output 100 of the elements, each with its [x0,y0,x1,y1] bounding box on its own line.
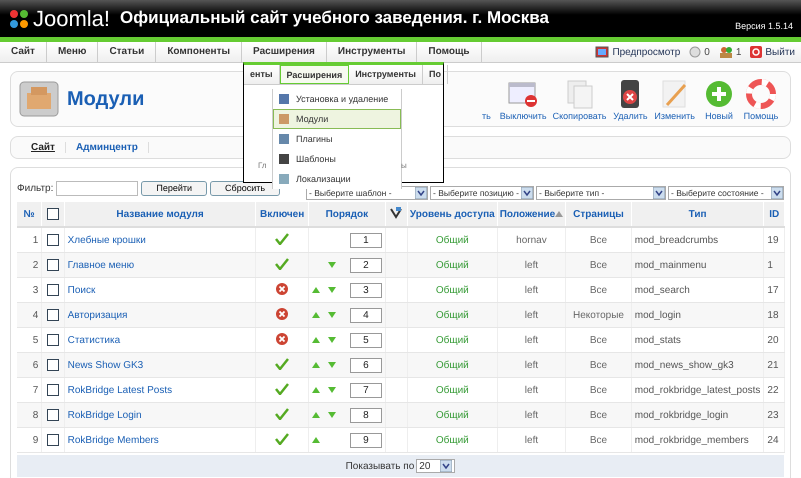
pages-cell: Все [590,234,608,246]
menu-item[interactable]: Статьи [98,42,156,62]
status-link[interactable]: Выйти [750,46,795,58]
menu-item[interactable]: Меню [46,42,98,62]
row-checkbox[interactable] [46,434,59,446]
module-link[interactable]: Хлебные крошки [68,234,146,246]
row-number: 5 [32,334,38,346]
checkmark-icon[interactable] [275,232,290,244]
menu-item[interactable]: Сайт [0,42,47,62]
toolbar-button[interactable]: Изменить [651,77,698,121]
toolbar-button[interactable]: Новый [698,77,740,121]
down-arrow-icon[interactable] [328,412,336,418]
toolbar-button[interactable]: Помощь [740,77,782,121]
module-link[interactable]: RokBridge Login [68,410,142,420]
logo-text: Joomla! [33,6,110,32]
access-level: Общий [436,434,469,446]
dropdown-icon [653,186,665,198]
order-field[interactable]: 3 [350,282,382,298]
pages-cell: Все [590,384,608,396]
status-link[interactable]: Предпросмотр [595,46,680,58]
page-title: Модули [67,88,144,110]
pages-cell: Некоторые [573,310,624,320]
filter-label: Фильтр: [17,182,54,194]
access-level: Общий [436,234,469,246]
row-checkbox[interactable] [46,234,59,246]
select-field[interactable]: - Выберите позицию - [430,186,534,200]
menu-item[interactable]: Компоненты [156,42,242,62]
select-field[interactable]: - Выберите состояние - [668,186,784,200]
access-level: Общий [436,360,469,370]
row-number: 2 [32,260,38,270]
up-arrow-icon[interactable] [312,287,320,293]
popup-menu-tab[interactable]: По [422,65,448,84]
checkmark-icon[interactable] [275,382,290,394]
position-cell: left [524,434,538,446]
checkmark-icon[interactable] [275,358,290,370]
module-link[interactable]: Поиск [68,284,96,296]
position-cell: left [524,334,538,346]
order-field[interactable]: 2 [350,258,382,272]
up-arrow-icon[interactable] [312,387,320,393]
down-arrow-icon[interactable] [328,337,336,343]
row-checkbox[interactable] [46,309,59,321]
filter-field[interactable] [56,180,138,196]
order-field[interactable]: 7 [350,382,382,398]
submenu-link[interactable]: Сайт [21,142,66,153]
order-field[interactable]: 5 [350,332,382,348]
down-arrow-icon[interactable] [328,362,336,368]
toolbar-button[interactable]: Выключить [496,77,550,121]
status-link[interactable]: 0 [689,46,710,58]
filter-button[interactable]: Перейти [141,180,208,196]
row-checkbox[interactable] [46,359,59,371]
module-link[interactable]: News Show GK3 [68,360,144,370]
up-arrow-icon[interactable] [312,437,320,443]
module-link[interactable]: Главное меню [68,260,134,270]
down-arrow-icon[interactable] [328,312,336,318]
page-size-select[interactable]: 20 [416,459,456,473]
cross-icon[interactable] [276,282,288,294]
id-cell: 1 [767,260,773,270]
status-link[interactable]: 1 [718,46,742,58]
row-checkbox[interactable] [46,284,59,296]
cross-icon[interactable] [276,332,288,344]
access-level: Общий [436,334,469,346]
up-arrow-icon[interactable] [312,362,320,368]
module-link[interactable]: Статистика [68,334,120,346]
select-field[interactable]: - Выберите тип - [536,186,666,200]
down-arrow-icon[interactable] [328,262,336,268]
pages-cell: Все [590,410,608,420]
module-link[interactable]: RokBridge Members [68,434,159,446]
select-all-checkbox[interactable] [46,208,59,220]
order-field[interactable]: 1 [350,232,382,248]
up-arrow-icon[interactable] [312,337,320,343]
checkmark-icon[interactable] [275,432,290,444]
order-field[interactable]: 6 [350,358,382,372]
up-arrow-icon[interactable] [312,412,320,418]
down-arrow-icon[interactable] [328,287,336,293]
popup-menu-tab[interactable]: Расширения [280,65,350,84]
checkmark-icon[interactable] [275,408,290,420]
save-order-icon[interactable] [390,206,402,218]
down-arrow-icon[interactable] [328,387,336,393]
toolbar-button[interactable]: ть [482,77,497,121]
row-checkbox[interactable] [46,409,59,421]
checkmark-icon[interactable] [275,258,290,270]
row-checkbox[interactable] [46,384,59,396]
module-link[interactable]: Авторизация [68,310,128,320]
pages-cell: Все [590,284,608,296]
order-field[interactable]: 4 [350,308,382,322]
order-field[interactable]: 8 [350,408,382,422]
submenu-link[interactable]: Админцентр [66,142,149,153]
joomla-logo-icon [8,8,30,30]
row-checkbox[interactable] [46,334,59,346]
toolbar-button[interactable]: Удалить [609,77,652,121]
toolbar-button[interactable]: Скопировать [550,77,610,121]
access-level: Общий [436,260,469,270]
up-arrow-icon[interactable] [312,312,320,318]
popup-menu-tab[interactable]: Инструменты [349,65,423,84]
order-field[interactable]: 9 [350,432,382,448]
dropdown-item[interactable]: Модули [273,109,401,129]
module-link[interactable]: RokBridge Latest Posts [68,384,172,396]
row-checkbox[interactable] [46,259,59,271]
column-header[interactable]: Тип [688,208,707,220]
cross-icon[interactable] [276,308,288,320]
